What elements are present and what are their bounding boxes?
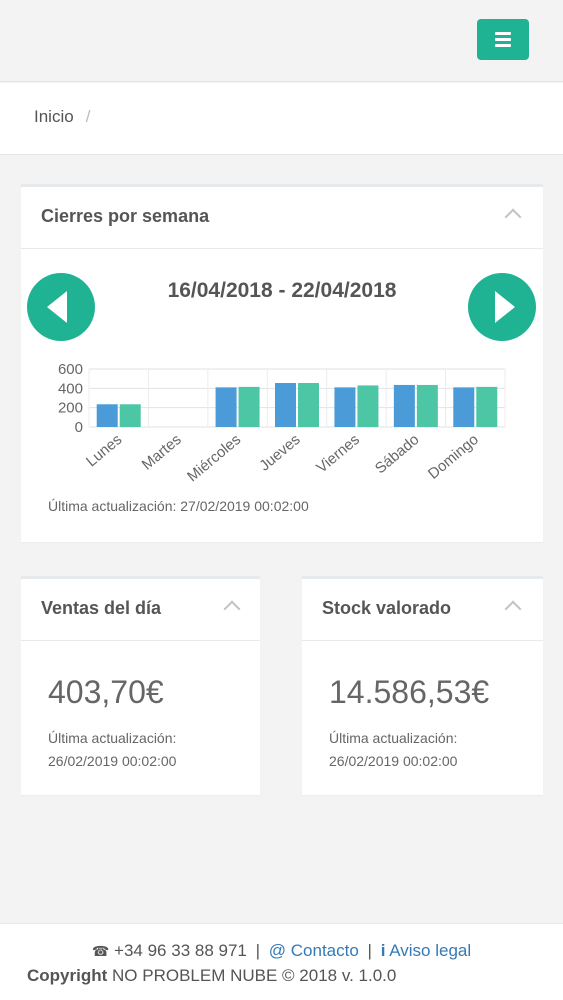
menu-toggle-button[interactable] [477, 19, 529, 60]
last-updated-time: 26/02/2019 00:02:00 [329, 753, 458, 769]
last-updated-time: 26/02/2019 00:02:00 [48, 753, 177, 769]
contact-link[interactable]: @ Contacto [269, 941, 359, 960]
chart-bar [453, 387, 475, 427]
contact-label: Contacto [290, 941, 359, 960]
panel-header: Ventas del día [21, 579, 260, 641]
breadcrumb-home-link[interactable]: Inicio [34, 107, 74, 126]
chart-bar [357, 385, 379, 427]
panel-title: Cierres por semana [41, 206, 210, 226]
weekly-bar-chart: 0 200 400 600 Lunes Martes Miércoles Jueves Vier… [58, 361, 506, 485]
at-icon: @ [268, 941, 287, 960]
x-tick-label: Martes [139, 431, 185, 473]
date-range: 16/04/2018 - 22/04/2018 [167, 279, 397, 302]
x-tick-label: Domingo [425, 431, 482, 483]
weekly-closings-panel: Cierres por semana 16/04/2018 - 22/04/20… [21, 184, 543, 542]
breadcrumb-separator: / [85, 107, 91, 126]
chart-bar [476, 386, 498, 427]
chart-bar [298, 383, 319, 427]
stock-value: 14.586,53€ [329, 674, 490, 710]
copyright-label: Copyright [27, 966, 108, 985]
breadcrumb-bar: Inicio / [0, 83, 563, 155]
footer-separator: | [255, 941, 261, 960]
hamburger-icon-line [495, 32, 511, 35]
y-tick-label: 200 [58, 400, 83, 417]
panel-title: Ventas del día [41, 598, 162, 618]
hamburger-icon-line [495, 44, 511, 47]
chart-bar [275, 383, 296, 427]
last-updated-label: Última actualización: [48, 730, 177, 746]
last-updated: Última actualización: 27/02/2019 00:02:0… [48, 498, 309, 514]
chart-bar [393, 384, 415, 427]
y-tick-label: 600 [58, 361, 83, 378]
y-tick-label: 0 [75, 419, 83, 436]
footer: ☎ +34 96 33 88 971 | @ Contacto | i Avis… [0, 923, 563, 1000]
daily-sales-panel: Ventas del día 403,70€ Última actualizac… [21, 576, 260, 795]
legal-label: Aviso legal [389, 941, 472, 960]
last-updated: Última actualización: 26/02/2019 00:02:0… [48, 727, 176, 773]
top-navbar [0, 0, 563, 82]
chevron-up-icon[interactable] [504, 600, 522, 618]
breadcrumb: Inicio / [34, 107, 90, 127]
chevron-right-icon [495, 291, 515, 323]
panel-header: Stock valorado [302, 579, 543, 641]
footer-phone: +34 96 33 88 971 [114, 941, 247, 960]
info-icon: i [380, 941, 386, 960]
chart-bar [119, 404, 141, 427]
chart-bar [96, 404, 118, 427]
x-tick-label: Sábado [372, 431, 423, 477]
panel-title: Stock valorado [322, 598, 452, 618]
chevron-up-icon[interactable] [223, 600, 241, 618]
footer-contact-line: ☎ +34 96 33 88 971 | @ Contacto | i Avis… [0, 941, 563, 961]
chart-bar [215, 387, 237, 427]
footer-separator: | [367, 941, 372, 960]
stock-value-panel: Stock valorado 14.586,53€ Última actuali… [302, 576, 543, 795]
x-tick-label: Miércoles [184, 431, 244, 485]
chart-bar [238, 386, 260, 427]
sales-value: 403,70€ [48, 674, 164, 710]
chevron-up-icon[interactable] [504, 208, 522, 226]
last-updated: Última actualización: 26/02/2019 00:02:0… [329, 727, 457, 773]
footer-copyright: Copyright NO PROBLEM NUBE © 2018 v. 1.0.… [27, 966, 396, 986]
chart-bar [334, 387, 356, 427]
chart-bar [416, 384, 438, 427]
next-week-button[interactable] [468, 273, 536, 341]
x-tick-label: Jueves [256, 431, 303, 475]
x-tick-label: Lunes [83, 431, 125, 470]
y-tick-label: 400 [58, 380, 83, 397]
legal-link[interactable]: i Aviso legal [381, 941, 471, 960]
hamburger-icon-line [495, 38, 511, 41]
x-tick-label: Viernes [313, 431, 363, 477]
panel-header: Cierres por semana [21, 187, 543, 249]
last-updated-label: Última actualización: [329, 730, 458, 746]
phone-icon: ☎ [91, 943, 110, 959]
copyright-text: NO PROBLEM NUBE © 2018 v. 1.0.0 [112, 966, 397, 985]
